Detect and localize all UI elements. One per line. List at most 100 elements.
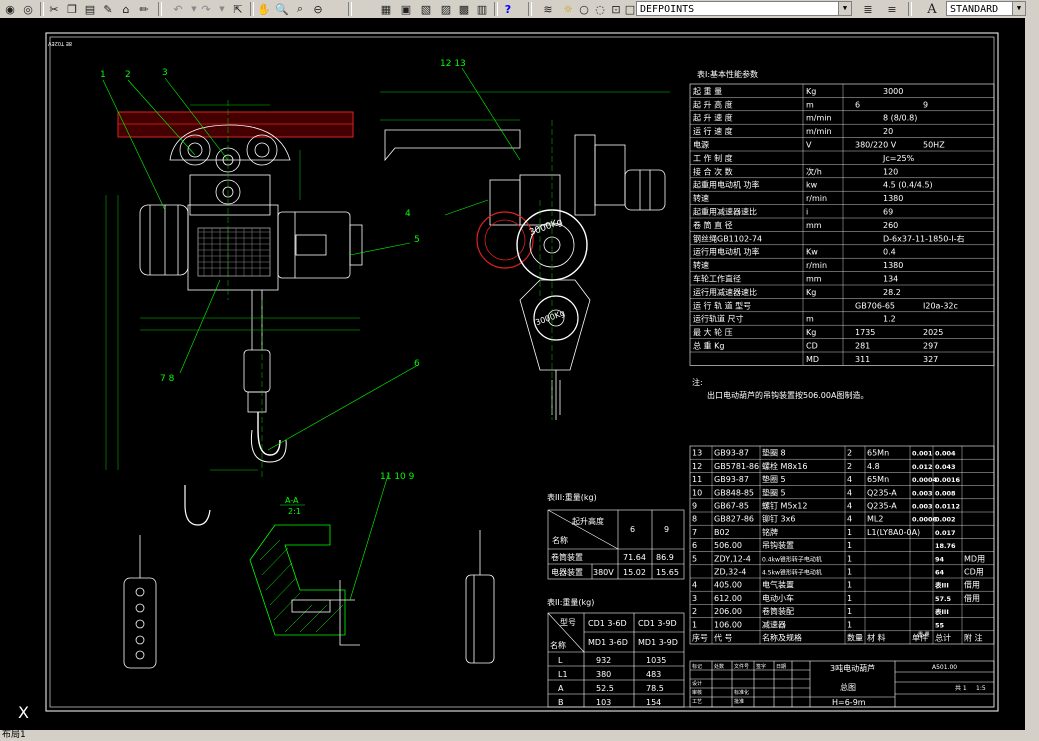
properties-icon[interactable]: ▦ xyxy=(378,1,394,17)
bom-cell: 0.008 xyxy=(935,489,956,497)
pan-icon[interactable]: ✋ xyxy=(256,1,272,17)
table1-cell: 运行轨道 尺寸 xyxy=(693,314,744,324)
tb-label-7: 工艺 xyxy=(692,699,702,705)
table3-r1-6: 71.64 xyxy=(623,553,646,562)
note-text: 出口电动葫芦的吊钩装置按506.00A图制造。 xyxy=(707,390,868,400)
bom-cell: 11 xyxy=(692,475,702,484)
bom-header-cell: 数量 xyxy=(847,633,863,643)
bom-header-cell: 名称及规格 xyxy=(762,633,802,643)
bill-of-materials: 13 GB93-87 垫圈 8 2 65Mn 0.001 0.00412 GB5781-86 螺… xyxy=(689,445,995,645)
bom-cell: CD用 xyxy=(964,568,984,577)
globe-icon[interactable]: ◎ xyxy=(20,1,36,17)
toolbar-separator xyxy=(348,2,352,16)
pendant-right xyxy=(465,530,495,664)
copy-icon[interactable]: ❐ xyxy=(64,1,80,17)
table2-cell: 154 xyxy=(646,698,661,707)
table1-cell: 1735 xyxy=(855,328,875,337)
chevron-down-icon[interactable]: ▼ xyxy=(214,1,230,17)
bom-cell: 1 xyxy=(847,607,852,616)
zoom-window-icon[interactable]: ⌕ xyxy=(292,1,308,17)
bom-cell: 13 xyxy=(692,449,702,458)
cut-icon[interactable]: ✂ xyxy=(46,1,62,17)
text-style-combo[interactable]: STANDARD ▼ xyxy=(946,1,1026,16)
tb-label-8: 标准化 xyxy=(734,689,749,696)
match-properties-icon[interactable]: ✎ xyxy=(100,1,116,17)
vertical-scrollbar[interactable] xyxy=(1025,18,1039,730)
markup-icon[interactable]: ▩ xyxy=(456,1,472,17)
table1-rows: 起 重 量 Kg 3000起 升 高 度 m 6 9起 升 速 度 m/min 8 (8/0.… xyxy=(689,83,995,366)
sheet-set-icon[interactable]: ▨ xyxy=(438,1,454,17)
tool-palette-icon[interactable]: ▧ xyxy=(418,1,434,17)
bom-cell: 612.00 xyxy=(714,594,742,603)
table1-cell: 运 行 轨 道 型号 xyxy=(693,300,751,310)
redo-icon[interactable]: ↷ xyxy=(198,1,214,17)
table-weight-3: 表III:重量(kg) 起升高度 名称 6 9 卷筒装置 71.64 86.9 … xyxy=(547,492,685,580)
table3-r2-6: 15.02 xyxy=(623,568,646,577)
table1-cell: 50HZ xyxy=(923,141,945,150)
toolbar-separator xyxy=(528,2,532,16)
layers-icon[interactable]: ≋ xyxy=(540,1,556,17)
table2-cell: 52.5 xyxy=(596,684,614,693)
layer-name: DEFPOINTS xyxy=(640,4,695,15)
bom-cell: GB827-86 xyxy=(714,515,754,524)
layer-states-icon[interactable]: ≣ xyxy=(860,1,876,17)
table2-cell: L1 xyxy=(558,670,568,679)
bom-cell: 1 xyxy=(847,594,852,603)
bom-cell: 7 xyxy=(692,528,697,537)
zoom-previous-icon[interactable]: ⊖ xyxy=(310,1,326,17)
pencil-icon[interactable]: ✏ xyxy=(136,1,152,17)
calculator-icon[interactable]: ▥ xyxy=(474,1,490,17)
paste-icon[interactable]: ▤ xyxy=(82,1,98,17)
layout-tab[interactable]: 布局1 xyxy=(0,730,1039,741)
bom-cell: Q235-A xyxy=(867,502,897,511)
table3-col-9: 9 xyxy=(664,525,669,534)
balloon-4: 4 xyxy=(405,209,411,219)
arrow-icon[interactable]: ⇱ xyxy=(230,1,246,17)
help-icon[interactable]: ? xyxy=(500,1,516,17)
table1-cell: r/min xyxy=(806,261,827,270)
brush-icon[interactable]: ⌂ xyxy=(118,1,134,17)
bom-cell: 4.8 xyxy=(867,462,880,471)
layer-previous-icon[interactable]: ≡ xyxy=(884,1,900,17)
table1-cell: 134 xyxy=(883,275,898,284)
drawing-canvas[interactable]: 8E T02EV 3000Kg 3000Kg A-A 2:1 1 2 3 4 5… xyxy=(0,18,1039,730)
table1-cell: CD xyxy=(806,342,818,351)
sun-icon[interactable]: ○ xyxy=(576,1,592,17)
bom-header-cell: 材 料 xyxy=(867,633,886,643)
table2-title: 表II:重量(kg) xyxy=(547,597,594,607)
table-weight-2: 表II:重量(kg) 型号 名称 CD1 3-6D MD1 3-6D CD1 3… xyxy=(547,597,685,708)
bom-cell: ML2 xyxy=(867,515,883,524)
text-style-icon[interactable]: A xyxy=(924,1,940,17)
table1-cell: 起重用电动机 功率 xyxy=(693,180,760,190)
table2-head-model: 型号 xyxy=(560,618,576,627)
bom-cell: 405.00 xyxy=(714,581,742,590)
bom-cell: 65Mn xyxy=(867,475,889,484)
balloon-11-10-9: 11 10 9 xyxy=(380,472,415,482)
bulb-icon[interactable]: ☼ xyxy=(560,1,576,17)
save-icon[interactable]: ◉ xyxy=(2,1,18,17)
table1-cell: Kg xyxy=(806,87,816,96)
balloon-2: 2 xyxy=(125,70,131,80)
bom-cell: 4 xyxy=(847,488,852,497)
table2-cell: A xyxy=(558,684,564,693)
balloon-3: 3 xyxy=(162,68,168,78)
tb-label-5: 设计 xyxy=(692,680,702,687)
table1-cell: 转速 xyxy=(693,193,709,203)
layer-combo[interactable]: DEFPOINTS ▼ xyxy=(636,1,852,16)
design-center-icon[interactable]: ▣ xyxy=(398,1,414,17)
undo-icon[interactable]: ↶ xyxy=(170,1,186,17)
chevron-down-icon[interactable]: ▼ xyxy=(1012,2,1025,15)
chevron-down-icon[interactable]: ▼ xyxy=(838,2,851,15)
table2-cell: B xyxy=(558,698,564,707)
table2-col-a1: CD1 3-6D xyxy=(588,619,627,628)
table1-cell: 运行用减速器速比 xyxy=(693,287,757,297)
bom-cell: 1 xyxy=(847,554,852,563)
bom-cell: ZD,32-4 xyxy=(714,568,746,577)
table1-cell: 电源 xyxy=(693,140,709,150)
table1-cell: 3000 xyxy=(883,87,903,96)
tb-drawing: 总图 xyxy=(840,682,856,692)
zoom-realtime-icon[interactable]: 🔍 xyxy=(274,1,290,17)
freeze-icon[interactable]: ◌ xyxy=(592,1,608,17)
table1-cell: 0.4 xyxy=(883,248,896,257)
bom-cell: 8 xyxy=(692,515,697,524)
